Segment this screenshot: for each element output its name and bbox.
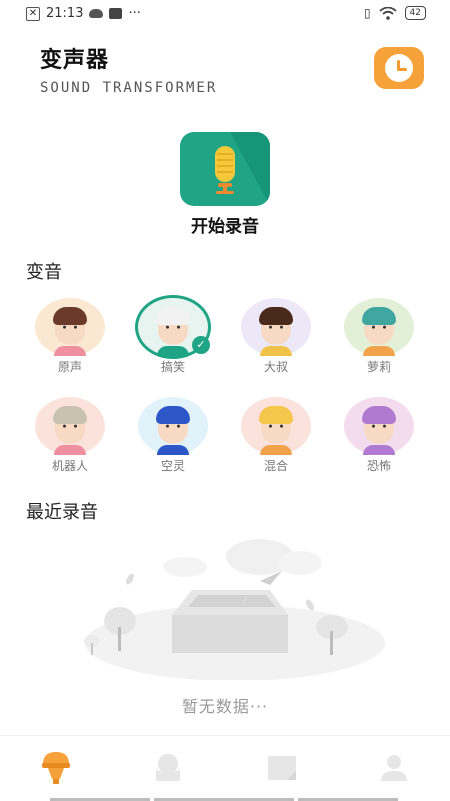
- avatar-hair: [259, 406, 293, 424]
- avatar-hair: [362, 406, 396, 424]
- avatar-hair: [156, 406, 190, 424]
- person-icon: [381, 755, 407, 781]
- recent-section-title: 最近录音: [26, 502, 98, 523]
- voice-label: 空灵: [160, 459, 185, 473]
- avatar-shirt: [260, 346, 292, 356]
- status-bar: ✕ 21:13 ··· ▯ 42: [0, 0, 450, 30]
- lightbulb-icon: [42, 752, 70, 784]
- avatar-shirt: [157, 346, 189, 356]
- voice-option[interactable]: ✓ 搞笑: [138, 298, 210, 375]
- voice-avatar: [35, 298, 105, 356]
- mail-icon: [109, 8, 123, 19]
- vibrate-icon: ▯: [363, 6, 371, 20]
- close-notification-icon: ✕: [26, 6, 40, 21]
- voice-label: 搞笑: [160, 360, 185, 374]
- start-record-label[interactable]: 开始录音: [0, 212, 450, 237]
- avatar-hair: [53, 406, 87, 424]
- voice-option[interactable]: 原声: [35, 298, 105, 375]
- app-header: 变声器 SOUND TRANSFORMER: [40, 42, 217, 96]
- voice-label: 原声: [57, 360, 82, 374]
- tab-files[interactable]: [262, 748, 302, 788]
- avatar-hair: [53, 307, 87, 325]
- voice-avatar: ✓: [138, 298, 210, 356]
- voice-option[interactable]: 机器人: [35, 397, 105, 474]
- more-notifications: ···: [128, 6, 141, 21]
- voice-option[interactable]: 混合: [241, 397, 311, 474]
- voice-option[interactable]: 萝莉: [344, 298, 414, 375]
- wifi-icon: [378, 6, 397, 20]
- avatar-shirt: [363, 346, 395, 356]
- voice-option[interactable]: 大叔: [241, 298, 311, 375]
- avatar-shirt: [54, 346, 86, 356]
- cloud-icon: [89, 9, 104, 18]
- folder-icon: [268, 756, 296, 780]
- voice-option[interactable]: 恐怖: [344, 397, 414, 474]
- avatar-hair: [362, 307, 396, 325]
- avatar-shirt: [260, 445, 292, 455]
- empty-illustration: [70, 535, 390, 681]
- empty-state-text: 暂无数据···: [181, 697, 269, 716]
- avatar-hair: [259, 307, 293, 325]
- voice-label: 混合: [263, 459, 288, 473]
- voice-label: 大叔: [263, 360, 288, 374]
- app-title: 变声器: [40, 48, 110, 73]
- avatar-shirt: [54, 445, 86, 455]
- voice-avatar: [344, 397, 414, 455]
- voice-avatar: [344, 298, 414, 356]
- tab-ghost[interactable]: [148, 748, 188, 788]
- voice-label: 恐怖: [366, 459, 391, 473]
- voice-label: 机器人: [51, 459, 88, 473]
- voice-section-title: 变音: [26, 262, 62, 283]
- battery-icon: 42: [404, 6, 426, 20]
- microphone-icon: [215, 146, 235, 194]
- app-subtitle: SOUND TRANSFORMER: [40, 80, 218, 96]
- tab-voice-changer[interactable]: [36, 748, 76, 788]
- start-record-button[interactable]: [180, 132, 270, 206]
- clock-icon: [385, 54, 413, 82]
- status-time: 21:13: [46, 6, 84, 21]
- bottom-tab-bar: [0, 735, 450, 801]
- ghost-icon: [156, 754, 180, 781]
- voice-avatar: [241, 397, 311, 455]
- voice-label: 萝莉: [366, 360, 391, 374]
- voice-option[interactable]: 空灵: [138, 397, 208, 474]
- voice-avatar: [241, 298, 311, 356]
- voice-avatar: [35, 397, 105, 455]
- avatar-shirt: [157, 445, 189, 455]
- selected-check-icon: ✓: [192, 336, 210, 354]
- voice-avatar: [138, 397, 208, 455]
- avatar-shirt: [363, 445, 395, 455]
- history-button[interactable]: [374, 47, 424, 89]
- tab-profile[interactable]: [374, 748, 414, 788]
- avatar-hair: [156, 307, 190, 325]
